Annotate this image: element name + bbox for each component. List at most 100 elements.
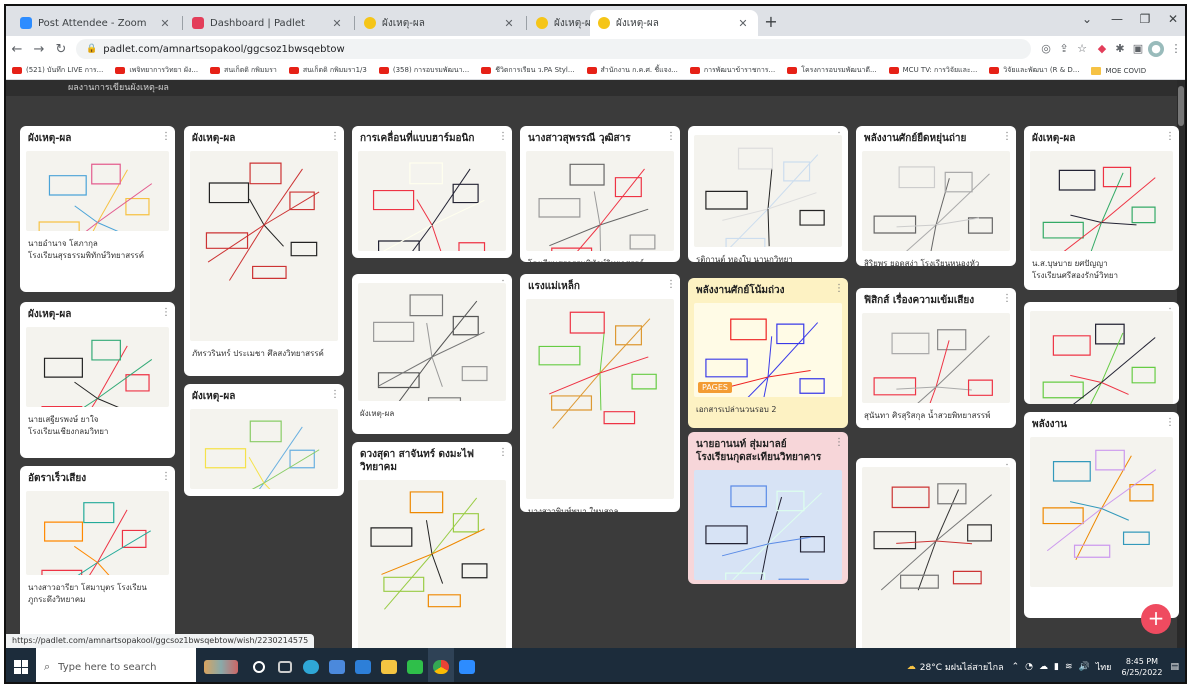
post-menu-icon[interactable]: ⋮ [330,131,340,142]
browser-tab[interactable]: Post Attendee - Zoom ✕ [12,10,180,36]
side-panel-icon[interactable]: ▣ [1130,41,1146,57]
notification-icon[interactable]: ▤ [1170,662,1179,672]
padlet-post-card[interactable]: ⋮ การเคลื่อนที่แบบฮาร์มอนิก [352,126,512,258]
cortana-button[interactable] [246,648,272,682]
bookmark-item[interactable]: MOE COVID [1091,66,1146,75]
post-menu-icon[interactable]: ⋮ [1002,131,1012,142]
close-icon[interactable]: ✕ [502,17,516,30]
bookmark-item[interactable]: (521) บันทึก LIVE การ... [12,65,103,76]
task-view-button[interactable] [272,648,298,682]
bookmark-item[interactable]: ชีวิตการเรียน ว.PA Styl... [481,65,575,76]
post-menu-icon[interactable]: ⋮ [834,283,844,294]
bookmark-item[interactable]: สนเก็ตดิ กพิมมรา [210,65,277,76]
padlet-post-card[interactable]: ⋮ นายอานนท์ สุ่มมาลย์ โรงเรียนกุดสะเทียนว… [688,432,848,584]
taskbar-search-box[interactable]: ⌕ Type here to search [36,648,196,682]
wifi-icon[interactable]: ≋ [1065,662,1073,672]
mind-map-image[interactable] [1030,151,1173,251]
taskbar-explorer[interactable] [376,648,402,682]
extensions-puzzle-icon[interactable]: ✱ [1112,41,1128,57]
bookmark-item[interactable]: MCU TV: การวิจัยและ... [888,65,977,76]
close-icon[interactable]: ✕ [158,17,172,30]
add-post-button[interactable]: + [1141,604,1171,634]
share-icon[interactable]: ⇪ [1056,41,1072,57]
address-bar[interactable]: 🔒 padlet.com/amnartsopakool/ggcsoz1bwsqe… [76,39,1031,59]
padlet-post-card[interactable]: ⋮ผังเหตุ-ผล [184,384,344,496]
mind-map-image[interactable] [26,151,169,231]
post-menu-icon[interactable]: ⋮ [666,279,676,290]
taskbar-mail[interactable] [350,648,376,682]
scrollbar-thumb[interactable] [1178,86,1184,126]
browser-tab[interactable]: Dashboard | Padlet ✕ [184,10,352,36]
browser-tab-active[interactable]: ผังเหตุ-ผล ✕ [590,10,758,36]
input-language[interactable]: ไทย [1096,660,1112,674]
padlet-post-card[interactable]: ⋮ [856,458,1016,648]
mind-map-image[interactable] [358,283,506,401]
mind-map-image[interactable] [358,151,506,251]
post-menu-icon[interactable]: ⋮ [161,131,171,142]
padlet-post-card[interactable]: ⋮ พลังงานศักย์โน้มถ่วง PAGES เอกสารเปล่านวน… [688,278,848,428]
bookmark-item[interactable]: เพจิทยาการวิทยา ผัง... [115,65,198,76]
minimize-button[interactable]: — [1102,12,1132,26]
mind-map-image[interactable] [694,470,842,580]
mind-map-image[interactable] [358,480,506,648]
padlet-post-card[interactable]: ⋮ นางสาวสุพรรณี วุฒิสารโรงเรียนสุรธรรมพิท… [520,126,680,262]
post-menu-icon[interactable]: ⋮ [1002,293,1012,304]
mind-map-image[interactable] [26,491,169,575]
close-icon[interactable]: ✕ [736,17,750,30]
browser-tab[interactable]: ผังเหตุ-ผล ✕ [356,10,524,36]
new-tab-button[interactable]: + [762,13,780,31]
taskbar-edge[interactable] [298,648,324,682]
padlet-post-card[interactable]: ⋮ พลังงานศักย์ยืดหยุ่นถ่าย สิริยพร ยอดสง่า… [856,126,1016,266]
mind-map-image[interactable] [26,327,169,407]
bookmark-star-icon[interactable]: ☆ [1074,41,1090,57]
bookmark-item[interactable]: สำนักงาน ก.ค.ศ. ชี้แจง... [586,65,678,76]
mind-map-image[interactable] [694,135,842,247]
padlet-post-card[interactable]: ⋮รติกานต์ ทองใบ นานกวิทยา [688,126,848,262]
bookmark-item[interactable]: (358) การอบรมพัฒนา... [378,65,469,76]
mind-map-image[interactable]: PAGES [694,303,842,397]
menu-kebab-icon[interactable]: ⋮ [1168,41,1184,57]
taskbar-line[interactable] [402,648,428,682]
reload-icon[interactable]: ↻ [50,42,72,57]
close-icon[interactable]: ✕ [330,17,344,30]
clock[interactable]: 8:45 PM 6/25/2022 [1121,656,1162,678]
padlet-post-card[interactable]: ⋮ อัตราเร็วเสียง นางสาวอารียา โสมาบุตร โรง… [20,466,175,646]
post-menu-icon[interactable]: ⋮ [498,131,508,142]
volume-icon[interactable]: 🔊 [1079,662,1090,672]
cloud-icon[interactable]: ☁ [1039,662,1048,672]
taskbar-zoom[interactable] [454,648,480,682]
padlet-post-card[interactable]: ⋮ ผังเหตุ-ผล นายอำนาจ โสภากุล โรงเรียนสุรธ… [20,126,175,292]
forward-icon[interactable]: → [28,42,50,57]
restore-button[interactable]: ❐ [1130,12,1160,26]
mind-map-image[interactable] [862,313,1010,403]
padlet-post-card[interactable]: ⋮ [1024,302,1179,404]
padlet-post-card[interactable]: ⋮ ฟิสิกส์ เรื่องความเข้มเสียง สุนันทา ศิรส… [856,288,1016,428]
tab-search-icon[interactable]: ⌄ [1072,12,1102,26]
padlet-post-card[interactable]: ⋮ ผังเหตุ-ผล นายเสฐียรพงษ์ ยาใจ โรงเรียนเช… [20,302,175,458]
padlet-post-card[interactable]: ⋮ผังเหตุ-ผล [352,274,512,434]
mind-map-image[interactable] [190,151,338,341]
post-menu-icon[interactable]: ⋮ [1165,131,1175,142]
post-menu-icon[interactable]: ⋮ [330,389,340,400]
mind-map-image[interactable] [862,151,1010,251]
post-menu-icon[interactable]: ⋮ [666,131,676,142]
bookmark-item[interactable]: การพัฒนาข้าราชการ... [689,65,775,76]
close-window-button[interactable]: ✕ [1158,12,1185,26]
bookmark-item[interactable]: โครงการอบรมพัฒนาตี... [787,65,877,76]
extension-icon[interactable]: ◆ [1094,41,1110,57]
padlet-post-card[interactable]: ⋮ พลังงาน [1024,412,1179,618]
profile-avatar[interactable]: ● [1148,41,1164,57]
battery-icon[interactable]: ▮ [1054,662,1059,672]
padlet-post-card[interactable]: ⋮ ผังเหตุ-ผล ภัทรวรินทร์ ประเมชา ศึลสงวิทย… [184,126,344,376]
google-lens-icon[interactable]: ◎ [1038,41,1054,57]
weather-text[interactable]: 28°C มฝนไล่สายไกล [920,660,1004,674]
back-icon[interactable]: ← [6,42,28,57]
mind-map-image[interactable] [526,299,674,499]
padlet-post-card[interactable]: ⋮ ผังเหตุ-ผล น.ส.บุษบาย ยศปัญญา โรงเรียนศร… [1024,126,1179,290]
mind-map-image[interactable] [190,409,338,489]
mind-map-image[interactable] [526,151,674,251]
network-icon[interactable]: ◔ [1025,662,1033,672]
post-menu-icon[interactable]: ⋮ [1165,417,1175,428]
mind-map-image[interactable] [1030,311,1173,404]
padlet-post-card[interactable]: ⋮ แรงแม่เหล็ก นางสาวพิมพ์พนา ใหมสกล [520,274,680,512]
